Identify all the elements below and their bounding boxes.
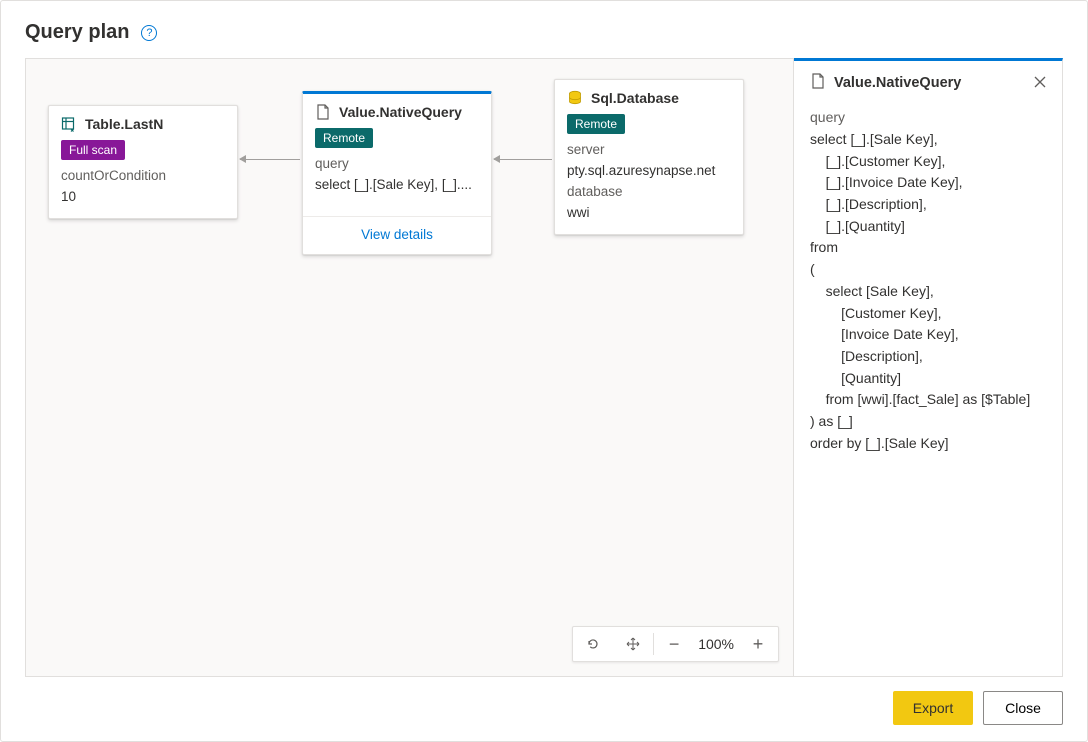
arrow-connector <box>494 159 552 160</box>
node-header: Value.NativeQuery <box>303 94 491 124</box>
node-params: countOrCondition 10 <box>49 166 237 218</box>
fit-view-button[interactable] <box>613 627 653 661</box>
document-icon <box>315 104 331 120</box>
export-button[interactable]: Export <box>893 691 973 725</box>
param-label-database: database <box>567 182 731 203</box>
node-table-lastn[interactable]: Table.LastN Full scan countOrCondition 1… <box>48 105 238 219</box>
details-panel: Value.NativeQuery query select [_].[Sale… <box>793 58 1063 677</box>
param-value: select [_].[Sale Key], [_].... <box>315 175 479 196</box>
zoom-in-button[interactable]: + <box>738 627 778 661</box>
node-value-nativequery[interactable]: Value.NativeQuery Remote query select [_… <box>302 91 492 255</box>
close-icon[interactable] <box>1034 75 1046 91</box>
param-value-database: wwi <box>567 203 731 224</box>
arrow-connector <box>240 159 300 160</box>
details-query-text: select [_].[Sale Key], [_].[Customer Key… <box>810 129 1046 454</box>
param-label: query <box>315 154 479 175</box>
badge-fullscan: Full scan <box>61 140 125 160</box>
query-plan-dialog: Query plan ? Table.LastN Full scan count… <box>0 0 1088 742</box>
page-title: Query plan <box>25 21 129 44</box>
details-header: Value.NativeQuery <box>810 73 1046 93</box>
help-icon[interactable]: ? <box>141 25 157 41</box>
node-sql-database[interactable]: Sql.Database Remote server pty.sql.azure… <box>554 79 744 235</box>
close-button[interactable]: Close <box>983 691 1063 725</box>
node-params: server pty.sql.azuresynapse.net database… <box>555 140 743 234</box>
node-title: Value.NativeQuery <box>339 104 462 120</box>
param-label: countOrCondition <box>61 166 225 187</box>
plan-canvas[interactable]: Table.LastN Full scan countOrCondition 1… <box>25 58 794 677</box>
node-params: query select [_].[Sale Key], [_].... <box>303 154 491 206</box>
node-header: Sql.Database <box>555 80 743 110</box>
badge-remote: Remote <box>567 114 625 134</box>
node-header: Table.LastN <box>49 106 237 136</box>
dialog-footer: Export Close <box>25 677 1063 725</box>
reset-view-button[interactable] <box>573 627 613 661</box>
plan-canvas-inner: Table.LastN Full scan countOrCondition 1… <box>26 59 793 676</box>
table-icon <box>61 116 77 132</box>
view-details-link[interactable]: View details <box>303 206 491 254</box>
zoom-out-button[interactable]: − <box>654 627 694 661</box>
database-icon <box>567 90 583 106</box>
badge-remote: Remote <box>315 128 373 148</box>
zoom-toolbar: − 100% + <box>572 626 779 662</box>
param-label-server: server <box>567 140 731 161</box>
param-value: 10 <box>61 187 225 208</box>
document-icon <box>810 73 826 93</box>
node-title: Table.LastN <box>85 116 163 132</box>
dialog-header: Query plan ? <box>25 21 1063 44</box>
details-param-label: query <box>810 109 1046 125</box>
details-title: Value.NativeQuery <box>834 75 961 91</box>
dialog-body: Table.LastN Full scan countOrCondition 1… <box>25 58 1063 677</box>
zoom-level: 100% <box>694 627 738 661</box>
param-value-server: pty.sql.azuresynapse.net <box>567 161 731 182</box>
node-title: Sql.Database <box>591 90 679 106</box>
